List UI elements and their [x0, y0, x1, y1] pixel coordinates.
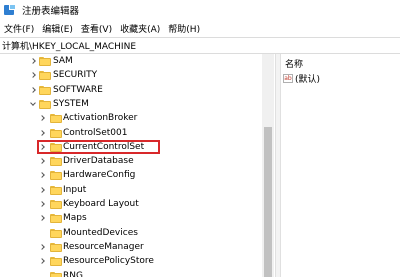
scrollbar-thumb[interactable] — [264, 127, 272, 277]
highlight-box — [37, 140, 160, 154]
key-tree: SAM SECURITY SOFTWARE SYSTEM ActivationBroke… — [0, 54, 275, 277]
menu-bar: 文件(F) 编辑(E) 查看(V) 收藏夹(A) 帮助(H) — [0, 20, 400, 37]
menu-view[interactable]: 查看(V) — [78, 22, 115, 35]
tree-item[interactable]: SOFTWARE — [0, 83, 262, 97]
address-path[interactable]: 计算机\HKEY_LOCAL_MACHINE — [2, 39, 136, 52]
tree-item[interactable]: MountedDevices — [0, 226, 262, 240]
tree-item-label: ResourcePolicyStore — [63, 256, 154, 267]
tree-item-label: Keyboard Layout — [63, 199, 139, 209]
title-bar: 注册表编辑器 — [0, 0, 400, 20]
tree-item[interactable]: Input — [0, 183, 262, 197]
tree-item[interactable]: SECURITY — [0, 68, 262, 82]
tree-item-label: SYSTEM — [53, 98, 89, 109]
tree-item-label: DriverDatabase — [63, 156, 134, 167]
tree-item[interactable]: DriverDatabase — [0, 154, 262, 168]
folder-icon — [50, 228, 62, 238]
chevron-right-icon[interactable] — [37, 254, 47, 268]
menu-favorites[interactable]: 收藏夹(A) — [117, 22, 163, 35]
tree-item-label: SAM — [53, 56, 73, 66]
tree-item[interactable]: HardwareConfig — [0, 168, 262, 182]
tree-item[interactable]: Keyboard Layout — [0, 197, 262, 211]
tree-item-label: ResourceManager — [63, 241, 144, 252]
tree-item[interactable]: RNG — [0, 269, 262, 277]
tree-item-label: Maps — [63, 213, 87, 224]
tree-item-label: RNG — [63, 270, 83, 277]
chevron-right-icon[interactable] — [37, 183, 47, 197]
values-pane: 名称 ab (默认) — [281, 54, 400, 277]
folder-icon — [50, 171, 62, 181]
chevron-right-icon[interactable] — [37, 197, 47, 211]
regedit-icon — [4, 4, 16, 16]
folder-icon — [39, 85, 51, 95]
tree-scrollbar[interactable] — [262, 54, 274, 277]
folder-icon — [50, 257, 62, 267]
folder-icon — [50, 185, 62, 195]
window-title: 注册表编辑器 — [22, 6, 80, 17]
tree-item-label: SOFTWARE — [53, 84, 103, 95]
tree-item[interactable]: ActivationBroker — [0, 111, 262, 125]
string-value-icon: ab — [283, 74, 293, 83]
folder-icon — [39, 71, 51, 81]
folder-icon — [50, 128, 62, 138]
tree-item-label: ActivationBroker — [63, 113, 138, 124]
folder-icon — [39, 99, 51, 109]
tree-item[interactable]: SYSTEM — [0, 97, 262, 111]
chevron-down-icon[interactable] — [28, 97, 38, 111]
chevron-right-icon[interactable] — [28, 83, 38, 97]
column-header-name[interactable]: 名称 — [285, 57, 303, 70]
chevron-right-icon[interactable] — [37, 211, 47, 225]
folder-icon — [50, 114, 62, 124]
folder-icon — [50, 271, 62, 277]
tree-item[interactable]: ResourcePolicyStore — [0, 254, 262, 268]
chevron-right-icon[interactable] — [37, 111, 47, 125]
tree-item-label: HardwareConfig — [63, 170, 136, 181]
folder-icon — [50, 214, 62, 224]
address-bar[interactable]: 计算机\HKEY_LOCAL_MACHINE — [0, 37, 400, 54]
value-row[interactable]: ab (默认) — [283, 72, 320, 85]
chevron-right-icon[interactable] — [28, 68, 38, 82]
value-name: (默认) — [295, 75, 321, 85]
tree-item[interactable]: ResourceManager — [0, 240, 262, 254]
tree-item-label: SECURITY — [53, 70, 98, 81]
menu-file[interactable]: 文件(F) — [1, 22, 37, 35]
chevron-right-icon[interactable] — [37, 126, 47, 140]
folder-icon — [39, 57, 51, 66]
tree-item-label: ControlSet001 — [63, 127, 128, 138]
folder-icon — [50, 242, 62, 252]
menu-help[interactable]: 帮助(H) — [165, 22, 203, 35]
tree-item[interactable]: Maps — [0, 211, 262, 225]
folder-icon — [50, 157, 62, 167]
tree-item-label: MountedDevices — [63, 227, 138, 238]
folder-icon — [50, 200, 62, 209]
chevron-right-icon[interactable] — [37, 240, 47, 254]
menu-edit[interactable]: 编辑(E) — [39, 22, 76, 35]
tree-item[interactable]: ControlSet001 — [0, 126, 262, 140]
tree-item-label: Input — [63, 184, 87, 195]
chevron-right-icon[interactable] — [28, 54, 38, 68]
chevron-right-icon[interactable] — [37, 154, 47, 168]
tree-item[interactable]: SAM — [0, 54, 262, 68]
chevron-right-icon[interactable] — [37, 168, 47, 182]
